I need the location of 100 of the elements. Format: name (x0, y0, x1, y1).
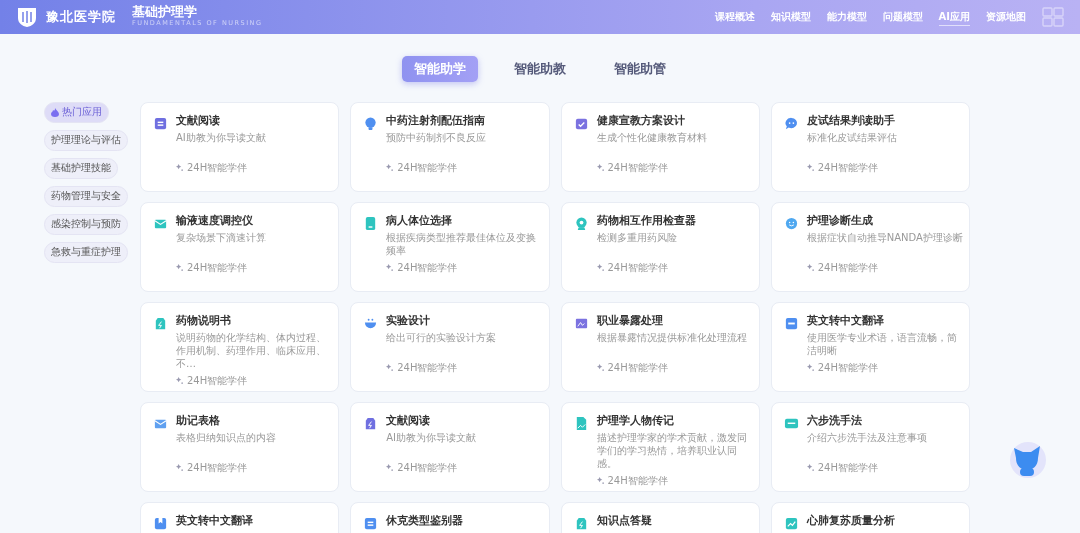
tab[interactable]: 智能助教 (502, 56, 578, 82)
card-title: 护理诊断生成 (806, 214, 874, 229)
card-description: 介绍六步洗手法及注意事项 (806, 431, 928, 446)
card-tag: 24H智能学伴 (607, 160, 668, 176)
card-tag: 24H智能学伴 (187, 460, 248, 476)
sparkle-icon (596, 477, 604, 485)
app-card[interactable]: 护理诊断生成 根据症状自动推导NANDA护理诊断 24H智能学伴 (770, 202, 970, 292)
card-title: 病人体位选择 (386, 214, 454, 229)
app-card[interactable]: 皮试结果判读助手 标准化皮试结果评估 24H智能学伴 (770, 102, 970, 192)
sparkle-icon (176, 377, 183, 385)
card-title: 皮试结果判读助手 (806, 114, 896, 129)
sparkle-icon (386, 164, 394, 172)
card-tag: 24H智能学伴 (187, 373, 248, 389)
card-title: 药物相互作用检查器 (596, 214, 697, 229)
app-card[interactable]: 文献阅读 AI助教为你导读文献 24H智能学伴 (350, 402, 550, 492)
card-title: 助记表格 (176, 414, 221, 429)
card-tag: 24H智能学伴 (397, 360, 458, 376)
card-tag: 24H智能学伴 (607, 360, 668, 376)
sparkle-icon (386, 464, 394, 472)
sparkle-icon (596, 364, 604, 372)
app-card[interactable]: 护理学人物传记 描述护理学家的学术贡献，激发同学们的学习热情，培养职业认同感。 24H智能学伴 (560, 402, 760, 492)
card-tag: 24H智能学伴 (817, 160, 878, 176)
sparkle-icon (176, 464, 183, 472)
card-title: 英文转中文翻译 (806, 314, 885, 329)
card-description: 根据症状自动推导NANDA护理诊断 (806, 231, 963, 246)
tab[interactable]: 智能助管 (602, 56, 678, 82)
card-description: 表格归纳知识点的内容 (176, 431, 277, 446)
card-tag: 24H智能学伴 (817, 460, 878, 476)
card-description: AI助教为你导读文献 (176, 131, 267, 146)
sparkle-icon (806, 264, 814, 272)
sparkle-icon (176, 164, 183, 172)
flame-icon (51, 108, 59, 117)
school-name: 豫北医学院 (46, 8, 116, 27)
app-card[interactable]: 心肺复苏质量分析 (770, 502, 970, 533)
card-title: 六步洗手法 (806, 414, 863, 429)
card-description: 给出可行的实验设计方案 (386, 331, 498, 346)
card-description: 检测多重用药风险 (596, 231, 678, 246)
card-description: 描述护理学家的学术贡献，激发同学们的学习热情，培养职业认同感。 (596, 431, 748, 471)
sidebar-item[interactable]: 护理理论与评估 (44, 130, 128, 151)
card-title: 护理学人物传记 (596, 414, 675, 429)
sidebar-item[interactable]: 急救与重症护理 (44, 242, 128, 263)
card-tag: 24H智能学伴 (397, 460, 458, 476)
card-title: 休克类型鉴别器 (386, 514, 465, 529)
card-title: 心肺复苏质量分析 (806, 514, 896, 529)
card-tag: 24H智能学伴 (397, 160, 458, 176)
shield-logo-icon (16, 6, 38, 28)
app-card[interactable]: 助记表格 表格归纳知识点的内容 24H智能学伴 (140, 402, 340, 492)
app-card[interactable]: 输液速度调控仪 复杂场景下滴速计算 24H智能学伴 (140, 202, 340, 292)
card-description: 标准化皮试结果评估 (806, 131, 898, 146)
card-tag: 24H智能学伴 (817, 360, 878, 376)
sparkle-icon (596, 164, 604, 172)
sparkle-icon (806, 164, 814, 172)
sparkle-icon (176, 264, 183, 272)
card-title: 文献阅读 (386, 414, 432, 429)
card-title: 中药注射剂配伍指南 (386, 114, 487, 129)
card-title: 药物说明书 (176, 314, 232, 329)
app-card[interactable]: 英文转中文翻译 (140, 502, 340, 533)
sparkle-icon (386, 364, 394, 372)
card-tag: 24H智能学伴 (187, 160, 248, 176)
card-tag: 24H智能学伴 (817, 260, 878, 276)
card-title: 知识点答疑 (596, 514, 653, 529)
card-title: 文献阅读 (176, 114, 221, 129)
card-description: 说明药物的化学结构、体内过程、作用机制、药理作用、临床应用、不… (176, 331, 327, 371)
sidebar-item[interactable]: 热门应用 (44, 102, 109, 123)
app-card[interactable]: 文献阅读 AI助教为你导读文献 24H智能学伴 (140, 102, 340, 192)
card-tag: 24H智能学伴 (187, 260, 248, 276)
app-card[interactable]: 英文转中文翻译 使用医学专业术语，语言流畅，简洁明晰 24H智能学伴 (770, 302, 970, 392)
card-title: 输液速度调控仪 (176, 214, 254, 229)
course-title: 基础护理学 (132, 4, 198, 20)
card-description: 根据暴露情况提供标准化处理流程 (596, 331, 748, 346)
card-description: 预防中药制剂不良反应 (386, 131, 488, 146)
card-description: 生成个性化健康教育材料 (596, 131, 708, 146)
app-card[interactable]: 职业暴露处理 根据暴露情况提供标准化处理流程 24H智能学伴 (560, 302, 760, 392)
card-tag: 24H智能学伴 (607, 473, 668, 489)
app-card[interactable]: 知识点答疑 (560, 502, 760, 533)
app-card[interactable]: 实验设计 给出可行的实验设计方案 24H智能学伴 (350, 302, 550, 392)
card-tag: 24H智能学伴 (397, 260, 458, 276)
sidebar-item[interactable]: 感染控制与预防 (44, 214, 128, 235)
app-card[interactable]: 药物相互作用检查器 检测多重用药风险 24H智能学伴 (560, 202, 760, 292)
card-description: AI助教为你导读文献 (386, 431, 478, 446)
sparkle-icon (806, 464, 814, 472)
app-card[interactable]: 中药注射剂配伍指南 预防中药制剂不良反应 24H智能学伴 (350, 102, 550, 192)
card-description: 复杂场景下滴速计算 (176, 231, 267, 246)
app-card[interactable]: 健康宣教方案设计 生成个性化健康教育材料 24H智能学伴 (560, 102, 760, 192)
card-tag: 24H智能学伴 (607, 260, 668, 276)
sparkle-icon (386, 264, 394, 272)
card-description: 使用医学专业术语，语言流畅，简洁明晰 (806, 331, 958, 358)
app-card[interactable]: 药物说明书 说明药物的化学结构、体内过程、作用机制、药理作用、临床应用、不… 24H智能学伴 (140, 302, 340, 392)
card-title: 职业暴露处理 (596, 314, 664, 329)
card-title: 实验设计 (386, 314, 432, 329)
app-card[interactable]: 休克类型鉴别器 (350, 502, 550, 533)
app-card[interactable]: 病人体位选择 根据疾病类型推荐最佳体位及变换频率 24H智能学伴 (350, 202, 550, 292)
card-description: 根据疾病类型推荐最佳体位及变换频率 (386, 231, 538, 258)
sparkle-icon (806, 364, 814, 372)
sparkle-icon (596, 264, 604, 272)
sidebar-item[interactable]: 药物管理与安全 (44, 186, 128, 207)
card-title: 健康宣教方案设计 (596, 114, 686, 129)
sidebar-item[interactable]: 基础护理技能 (44, 158, 118, 179)
card-title: 英文转中文翻译 (176, 514, 254, 529)
app-card[interactable]: 六步洗手法 介绍六步洗手法及注意事项 24H智能学伴 (770, 402, 970, 492)
